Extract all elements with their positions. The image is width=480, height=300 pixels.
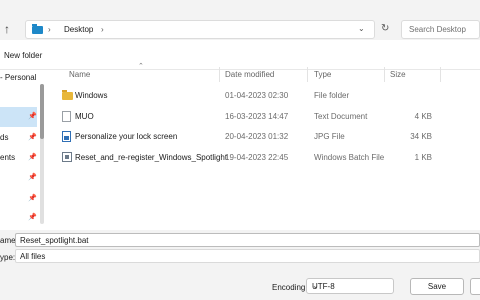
chevron-down-icon: ⌄ — [312, 281, 319, 290]
column-divider[interactable] — [307, 67, 308, 82]
column-divider[interactable] — [384, 67, 385, 82]
column-header-name[interactable]: Name — [69, 70, 90, 79]
file-row[interactable]: Personalize your lock screen 20-04-2023 … — [58, 127, 480, 147]
nav-item-documents[interactable]: ents — [0, 153, 15, 162]
save-type-select[interactable]: All files — [15, 249, 480, 263]
refresh-icon[interactable]: ↻ — [381, 23, 389, 34]
chevron-down-icon[interactable]: ⌄ — [358, 24, 365, 33]
file-type: JPG File — [314, 132, 345, 141]
column-divider[interactable] — [219, 67, 220, 82]
file-date: 16-03-2023 14:47 — [225, 112, 289, 121]
navigation-pane — [0, 70, 45, 230]
column-header-date[interactable]: Date modified — [225, 70, 274, 79]
nav-item-downloads[interactable]: ds — [0, 133, 8, 142]
pin-icon: 📌 — [28, 113, 37, 120]
desktop-folder-icon — [32, 24, 43, 34]
address-bar[interactable]: › Desktop › ⌄ — [25, 20, 375, 39]
nav-scrollbar-thumb[interactable] — [40, 84, 44, 139]
file-name: MUO — [75, 112, 94, 121]
file-type: File folder — [314, 91, 350, 100]
batch-file-icon — [62, 152, 72, 162]
column-header-size[interactable]: Size — [390, 70, 406, 79]
file-name: Reset_and_re-register_Windows_Spotlight — [75, 153, 228, 162]
save-button[interactable]: Save — [410, 278, 464, 295]
file-size: 4 KB — [414, 112, 432, 121]
file-row[interactable]: Reset_and_re-register_Windows_Spotlight … — [58, 148, 480, 168]
file-date: 20-04-2023 01:32 — [225, 132, 289, 141]
folder-icon — [62, 90, 73, 100]
nav-scrollbar[interactable] — [40, 84, 44, 224]
new-folder-button[interactable]: New folder — [4, 51, 42, 60]
save-type-value: All files — [20, 252, 46, 261]
encoding-label: Encoding: — [272, 283, 308, 292]
column-divider[interactable] — [440, 67, 441, 82]
image-file-icon — [62, 131, 71, 142]
file-date: 19-04-2023 22:45 — [225, 153, 289, 162]
address-path: Desktop — [64, 25, 94, 34]
file-type: Text Document — [314, 112, 368, 121]
chevron-right-icon[interactable]: › — [48, 25, 51, 34]
file-row[interactable]: Windows 01-04-2023 02:30 File folder — [58, 86, 480, 106]
pin-icon: 📌 — [28, 154, 37, 161]
file-size: 34 KB — [410, 132, 432, 141]
file-row[interactable]: MUO 16-03-2023 14:47 Text Document 4 KB — [58, 107, 480, 127]
file-name: Windows — [75, 91, 108, 100]
chevron-right-icon[interactable]: › — [101, 25, 104, 34]
text-file-icon — [62, 111, 71, 122]
sort-ascending-icon: ⌃ — [138, 63, 144, 70]
encoding-select[interactable]: UTF-8 ⌄ — [306, 278, 394, 294]
toolbar: New folder — [0, 40, 480, 70]
search-placeholder: Search Desktop — [409, 25, 466, 34]
file-size: 1 KB — [414, 153, 432, 162]
save-type-label: ype: — [0, 253, 16, 262]
pin-icon: 📌 — [28, 134, 37, 141]
file-date: 01-04-2023 02:30 — [225, 91, 289, 100]
search-input[interactable]: Search Desktop — [401, 20, 480, 39]
pin-icon: 📌 — [28, 195, 37, 202]
filename-field[interactable]: Reset_spotlight.bat — [15, 233, 480, 247]
column-header-type[interactable]: Type — [314, 70, 331, 79]
pin-icon: 📌 — [28, 174, 37, 181]
filename-value: Reset_spotlight.bat — [20, 236, 89, 245]
pin-icon: 📌 — [28, 214, 37, 221]
cancel-button[interactable] — [470, 278, 480, 295]
file-type: Windows Batch File — [314, 153, 385, 162]
nav-item-personal[interactable]: - Personal — [0, 73, 36, 82]
file-name: Personalize your lock screen — [75, 132, 178, 141]
address-bar-region: ↑ › Desktop › ⌄ ↻ Search Desktop — [0, 0, 480, 40]
up-arrow-icon[interactable]: ↑ — [4, 22, 16, 36]
